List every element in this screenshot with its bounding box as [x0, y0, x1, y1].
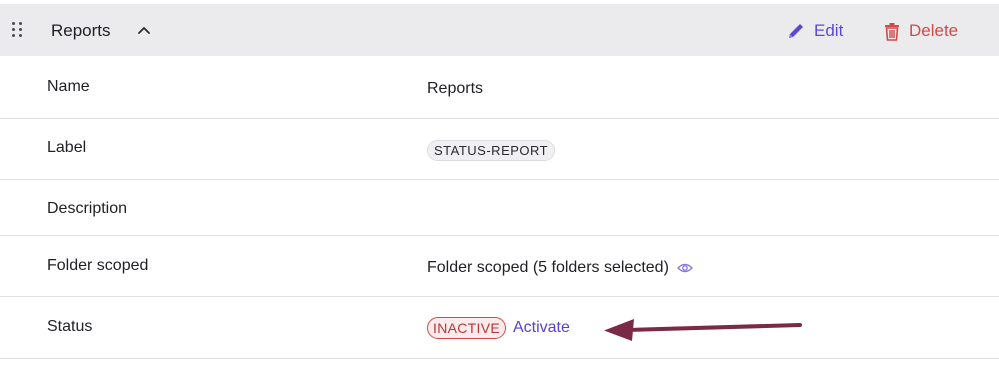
- chevron-up-icon[interactable]: [136, 22, 152, 38]
- detail-row-folder-scoped: Folder scoped Folder scoped (5 folders s…: [0, 236, 999, 297]
- reports-detail-panel: Reports Edit Delete Name Reports Label S…: [0, 0, 999, 366]
- section-header: Reports Edit Delete: [0, 4, 999, 56]
- label-tag: STATUS-REPORT: [427, 140, 556, 161]
- pencil-icon: [789, 24, 803, 38]
- row-label: Name: [47, 78, 90, 95]
- edit-button[interactable]: Edit: [786, 19, 843, 43]
- row-value: Folder scoped (5 folders selected): [427, 259, 693, 277]
- detail-row-status: Status INACTIVE Activate: [0, 297, 999, 359]
- row-label: Folder scoped: [47, 257, 149, 274]
- activate-link[interactable]: Activate: [513, 319, 570, 337]
- folder-scope-text: Folder scoped (5 folders selected): [427, 259, 669, 276]
- drag-handle-icon[interactable]: [12, 21, 26, 39]
- row-label: Label: [47, 139, 87, 156]
- detail-row-name: Name Reports: [0, 56, 999, 119]
- arrow-left-icon: [604, 319, 802, 341]
- row-label: Description: [47, 200, 128, 217]
- detail-row-description: Description: [0, 180, 999, 236]
- status-badge: INACTIVE: [427, 317, 506, 339]
- row-value: INACTIVE Activate: [427, 317, 570, 339]
- trash-icon: [885, 22, 899, 41]
- row-label: Status: [47, 318, 93, 335]
- delete-button[interactable]: Delete: [884, 19, 958, 43]
- detail-row-label: Label STATUS-REPORT: [0, 119, 999, 180]
- row-value: STATUS-REPORT: [427, 140, 556, 161]
- edit-button-label: Edit: [814, 21, 844, 40]
- row-value: Reports: [427, 80, 484, 97]
- delete-button-label: Delete: [909, 21, 959, 40]
- section-title: Reports: [51, 21, 111, 40]
- eye-icon[interactable]: [676, 262, 693, 274]
